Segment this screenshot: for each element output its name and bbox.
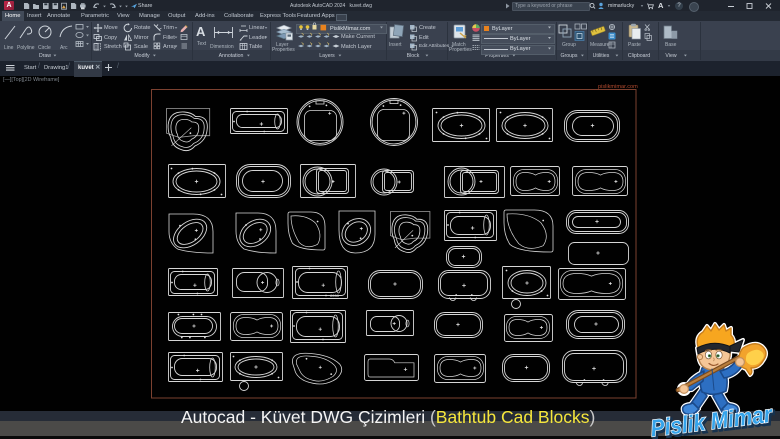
svg-text:Pislik Mimar: Pislik Mimar bbox=[649, 401, 775, 439]
svg-text:pislikmimar.com: pislikmimar.com bbox=[598, 84, 638, 90]
svg-text:8668: 8668 bbox=[330, 293, 340, 298]
